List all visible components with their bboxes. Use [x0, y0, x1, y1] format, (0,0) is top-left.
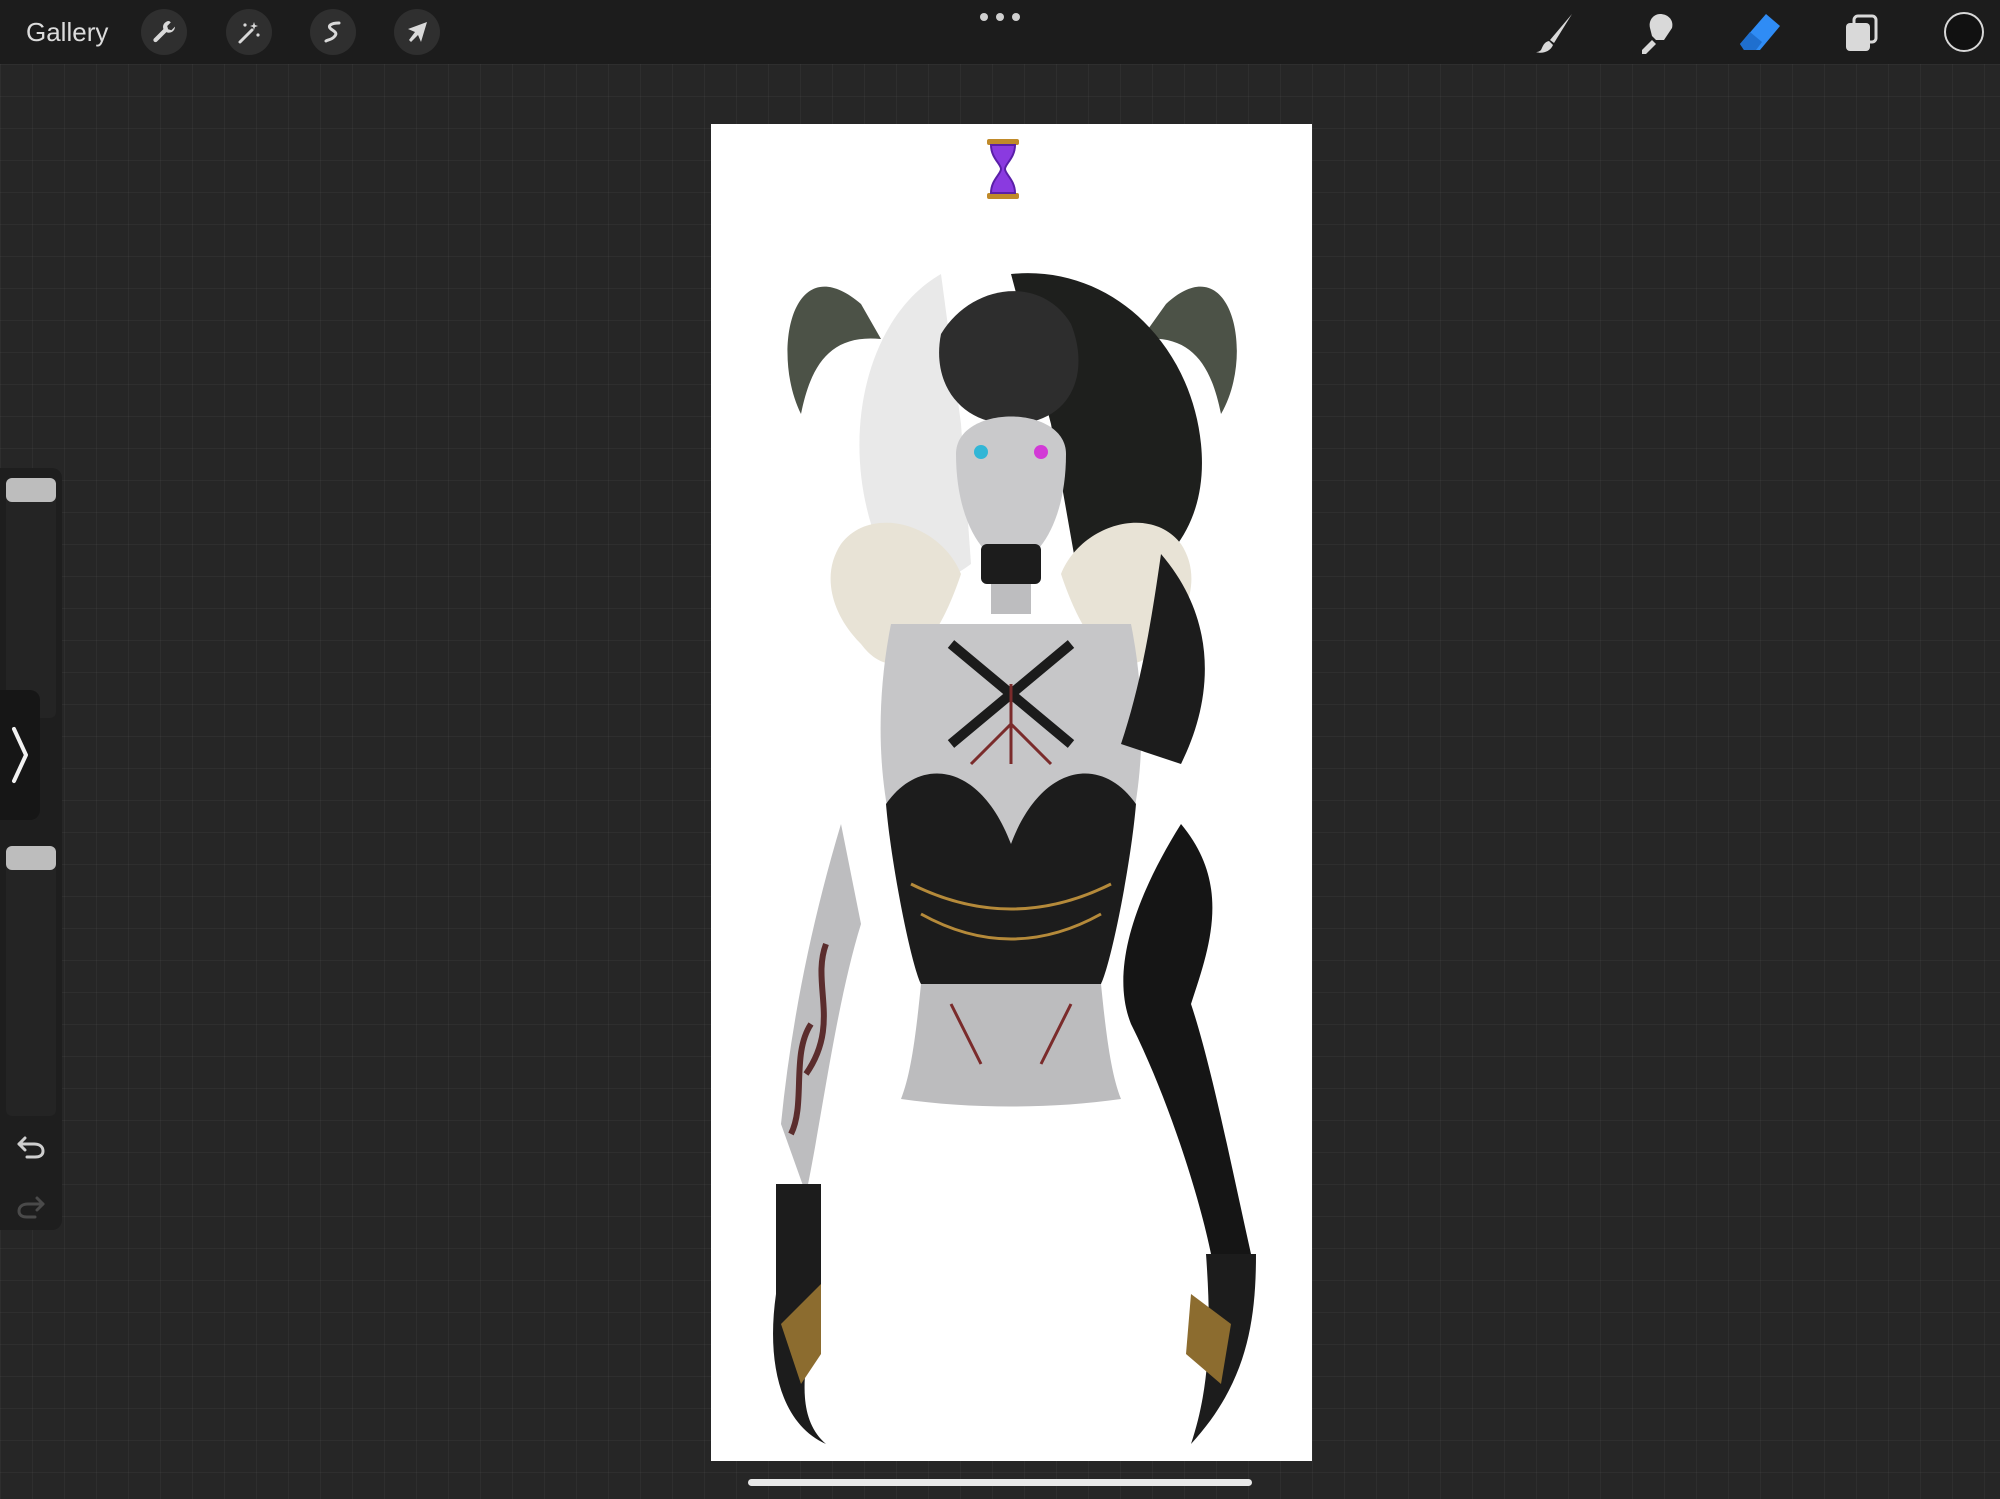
drawing-canvas[interactable]: [711, 124, 1312, 1461]
smudge-icon: [1642, 14, 1673, 54]
smudge-tool-button[interactable]: [1632, 8, 1682, 58]
adjustments-button[interactable]: [226, 9, 272, 55]
magic-wand-icon: [238, 22, 260, 44]
transform-button[interactable]: [394, 9, 440, 55]
home-indicator: [748, 1479, 1252, 1486]
more-options-button[interactable]: [980, 10, 1020, 24]
brush-size-thumb[interactable]: [6, 478, 56, 502]
layers-button[interactable]: [1836, 8, 1886, 58]
wrench-icon: [153, 21, 176, 43]
selection-icon: [324, 21, 341, 43]
redo-button[interactable]: [12, 1188, 50, 1226]
arrow-cursor-icon: [408, 22, 427, 42]
undo-button[interactable]: [12, 1128, 50, 1166]
opacity-slider[interactable]: [6, 846, 56, 1116]
character-illustration: [773, 273, 1256, 1444]
actions-button[interactable]: [141, 9, 187, 55]
dot: [996, 13, 1004, 21]
dot: [980, 13, 988, 21]
modify-button[interactable]: [0, 690, 40, 820]
hourglass-icon: [987, 139, 1019, 199]
eraser-icon: [1740, 14, 1780, 50]
layers-icon: [1846, 14, 1878, 51]
gallery-button[interactable]: Gallery: [26, 14, 108, 50]
top-toolbar: Gallery: [0, 0, 2000, 64]
left-sidebar: [0, 468, 62, 1230]
dot: [1012, 13, 1020, 21]
opacity-thumb[interactable]: [6, 846, 56, 870]
color-picker-button[interactable]: [1944, 12, 1984, 52]
chevron-right-icon: [12, 727, 28, 783]
redo-icon: [17, 1196, 45, 1219]
eraser-tool-button[interactable]: [1734, 8, 1784, 58]
undo-icon: [17, 1136, 45, 1159]
selection-button[interactable]: [310, 9, 356, 55]
brush-tool-button[interactable]: [1530, 8, 1580, 58]
brush-size-slider[interactable]: [6, 478, 56, 718]
brush-icon: [1536, 14, 1572, 53]
